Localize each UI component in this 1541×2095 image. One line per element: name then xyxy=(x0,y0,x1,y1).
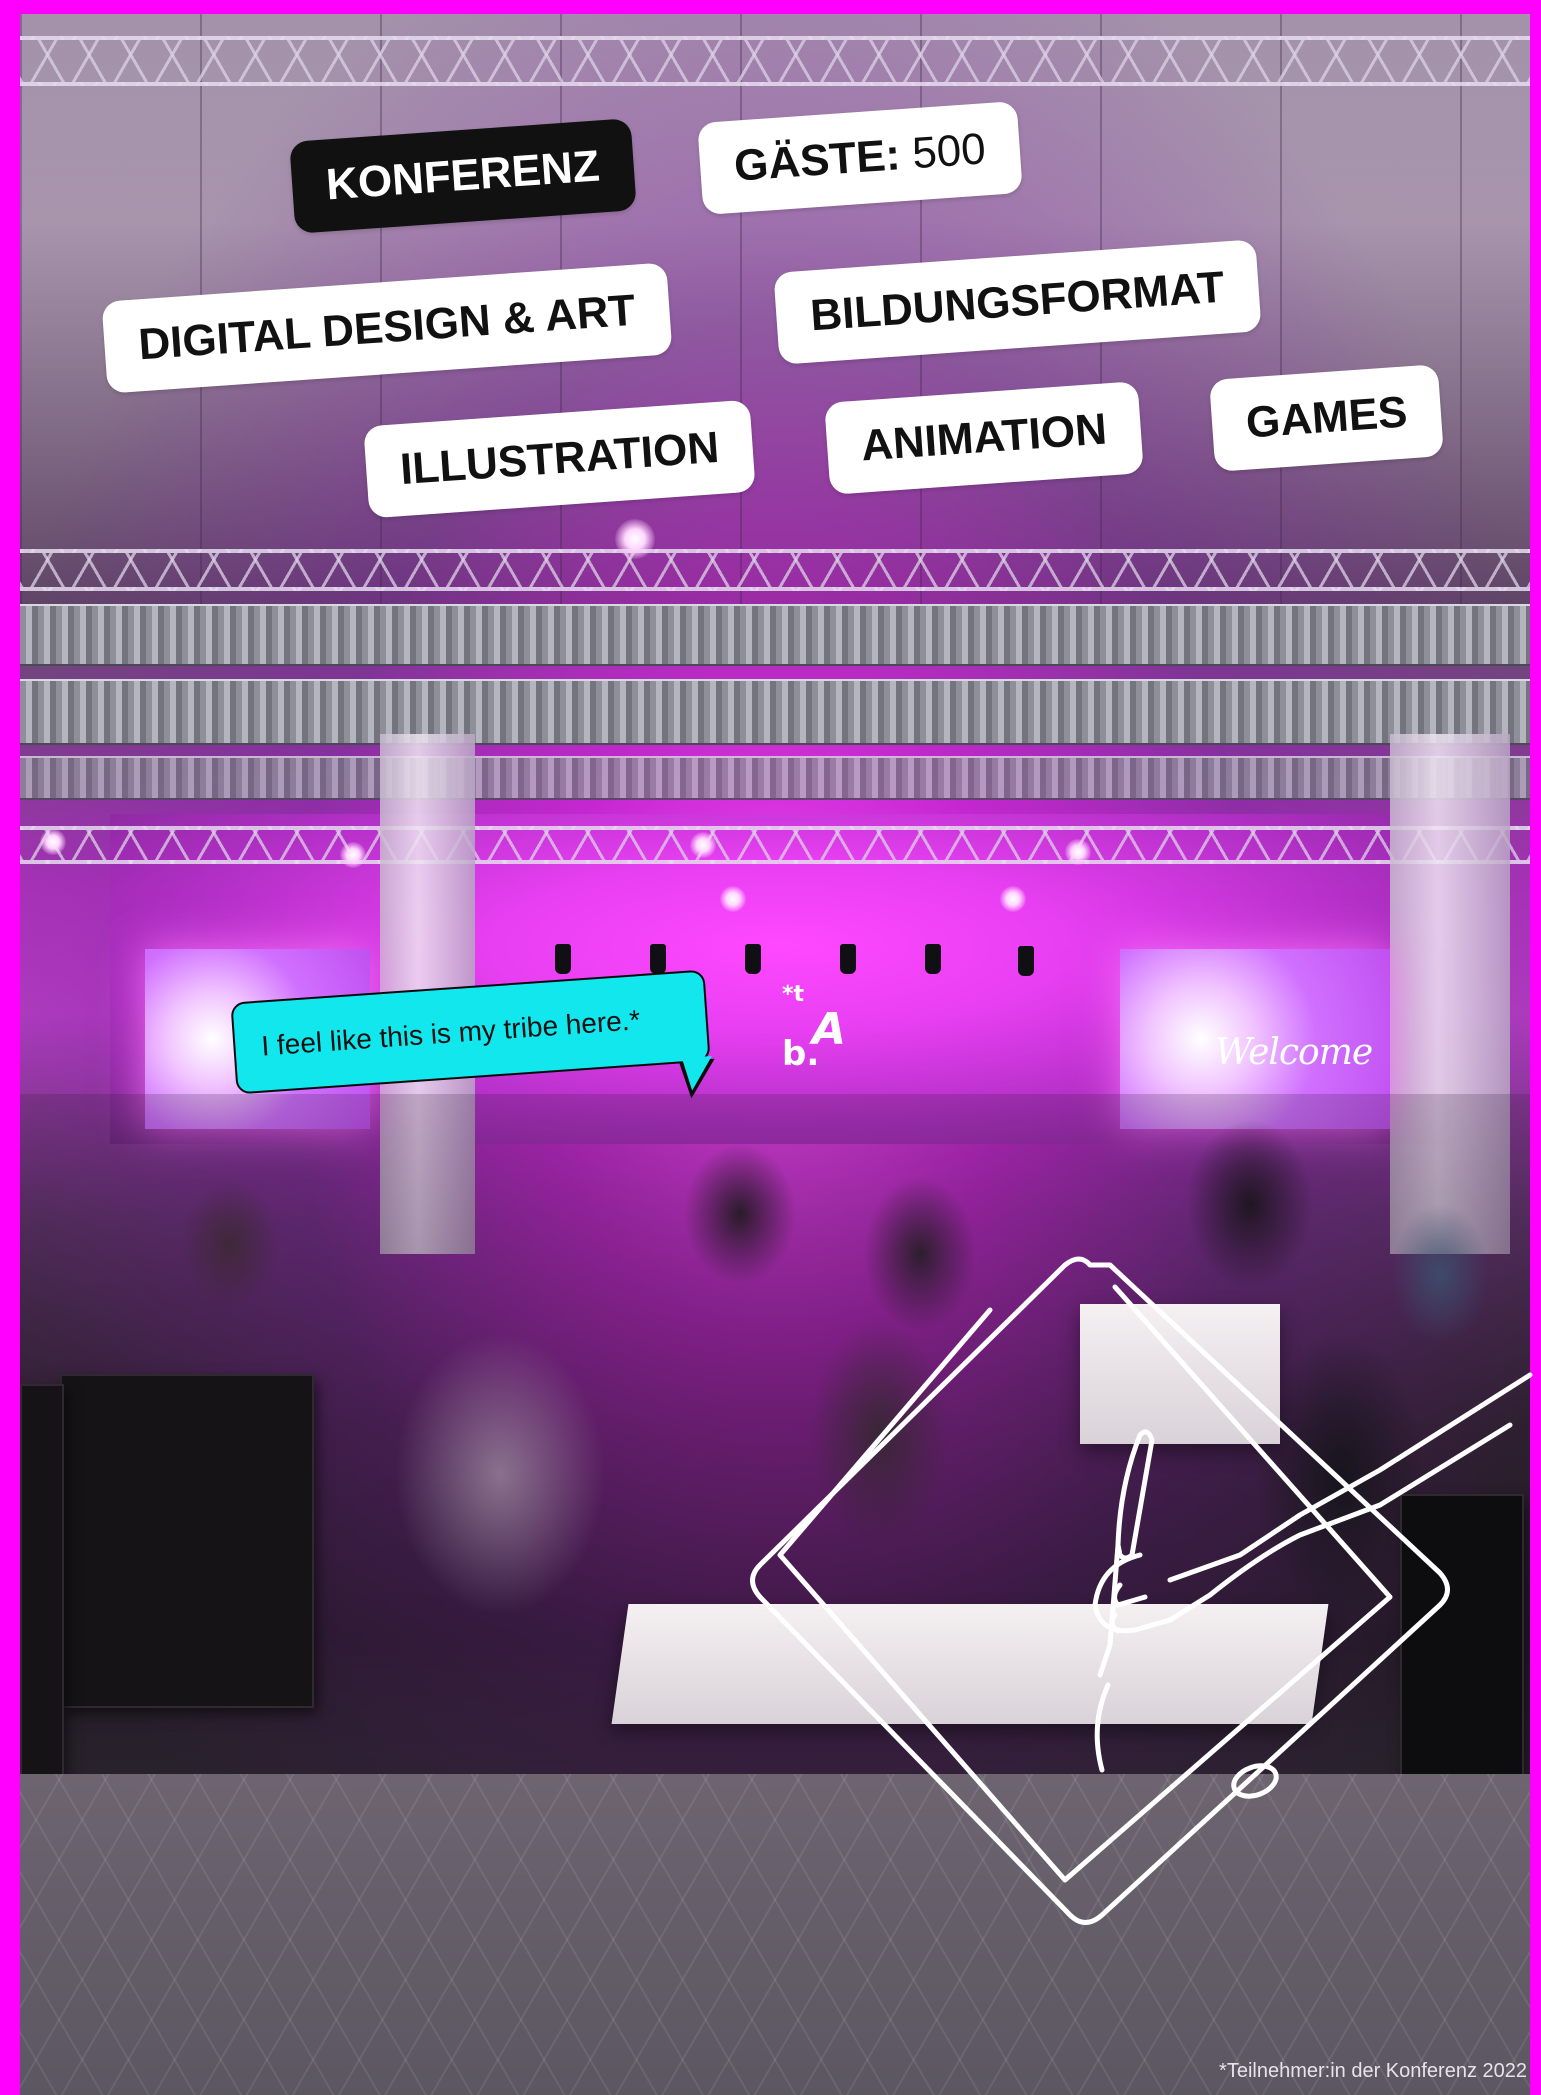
stage-light xyxy=(1000,886,1026,912)
spotlight xyxy=(840,944,856,974)
stage-light xyxy=(690,832,716,858)
tag-bildung-label: BILDUNGSFORMAT xyxy=(808,262,1226,341)
tag-gaeste-value: 500 xyxy=(910,124,988,179)
ventilation-duct xyxy=(20,679,1530,745)
spotlight xyxy=(925,944,941,974)
book xyxy=(20,1384,64,1808)
spotlight xyxy=(650,944,666,974)
spotlight xyxy=(745,944,761,974)
tag-digital-label: DIGITAL DESIGN & ART xyxy=(136,285,637,370)
welcome-screen-text: Welcome xyxy=(1215,1032,1373,1073)
tag-games: GAMES xyxy=(1209,364,1445,472)
ceiling-light xyxy=(615,519,655,559)
stage-light xyxy=(1065,839,1091,865)
poster: Welcome *t A b. KONFERENZ GÄSTE: 500 DIG… xyxy=(0,0,1541,2095)
tag-gaeste-label: GÄSTE: xyxy=(732,130,902,191)
tag-animation-label: ANIMATION xyxy=(859,404,1109,471)
hand-drawing-tablet-icon xyxy=(750,1256,1533,1925)
tag-illustration-label: ILLUSTRATION xyxy=(398,422,721,495)
tag-konferenz-label: KONFERENZ xyxy=(324,141,602,210)
stage-light xyxy=(40,829,66,855)
book xyxy=(60,1374,314,1708)
ventilation-duct xyxy=(20,604,1530,666)
ceiling-truss xyxy=(20,36,1530,86)
tag-games-label: GAMES xyxy=(1244,387,1409,448)
spotlight xyxy=(1018,946,1034,976)
footnote: *Teilnehmer:in der Konferenz 2022 xyxy=(1219,2060,1527,2082)
stage-light xyxy=(340,842,366,868)
conference-logo-icon: *t A b. xyxy=(782,982,847,1074)
speech-bubble-tail-inner xyxy=(681,1055,715,1092)
stage-light xyxy=(720,886,746,912)
ventilation-duct xyxy=(20,756,1530,800)
stage-truss xyxy=(20,826,1530,864)
spotlight xyxy=(555,944,571,974)
speech-bubble-quote: I feel like this is my tribe here.* xyxy=(260,1004,642,1062)
ceiling-truss xyxy=(20,549,1530,591)
